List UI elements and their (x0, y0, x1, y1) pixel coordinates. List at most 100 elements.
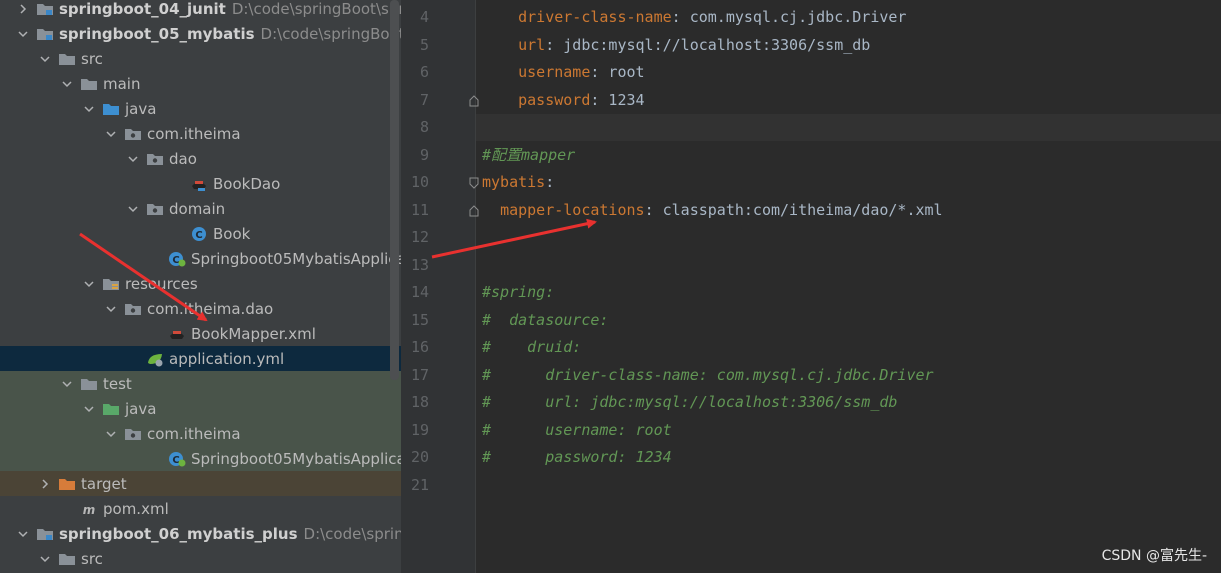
chevron-down-icon[interactable] (104, 302, 118, 316)
tree-row-label: java (125, 399, 157, 418)
svg-text:m: m (83, 503, 96, 517)
tree-row[interactable]: domain (0, 196, 401, 221)
svg-text:C: C (172, 455, 179, 466)
csdn-watermark: CSDN @富先生- (1101, 548, 1207, 564)
yaml-key: mapper-locations (500, 200, 645, 219)
tree-row-label: com.itheima (147, 124, 241, 143)
code-line[interactable]: mapper-locations: classpath:com/itheima/… (476, 197, 1221, 224)
chevron-right-icon[interactable] (38, 477, 52, 491)
line-number: 17 (410, 365, 429, 384)
tree-row[interactable]: com.itheima.dao (0, 296, 401, 321)
svg-text:C: C (195, 230, 202, 241)
chevron-down-icon[interactable] (60, 77, 74, 91)
tree-row[interactable]: BookMapper.xml (0, 321, 401, 346)
chevron-down-icon[interactable] (38, 552, 52, 566)
code-line[interactable] (476, 224, 1221, 251)
chevron-down-icon[interactable] (82, 102, 96, 116)
code-editor[interactable]: driver-class-name: com.mysql.cj.jdbc.Dri… (476, 0, 1221, 573)
project-tree: springboot_04_junit D:\code\springBoot\sp… (0, 0, 401, 573)
code-line[interactable]: # username: root (476, 417, 1221, 444)
code-line[interactable] (476, 252, 1221, 279)
code-line[interactable]: # password: 1234 (476, 444, 1221, 471)
tree-row-label: main (103, 74, 141, 93)
line-number: 16 (410, 338, 429, 356)
chevron-down-icon[interactable] (38, 52, 52, 66)
tree-row[interactable]: dao (0, 146, 401, 171)
chevron-down-icon[interactable] (82, 402, 96, 416)
yaml-value (482, 63, 518, 81)
chevron-down-icon[interactable] (126, 202, 140, 216)
chevron-down-icon[interactable] (16, 527, 30, 541)
yaml-comment: # username: root (482, 420, 672, 439)
tree-row[interactable]: BookDao (0, 171, 401, 196)
folder-icon (80, 76, 98, 92)
chevron-down-icon[interactable] (126, 152, 140, 166)
project-tree-scrollbar[interactable] (390, 0, 399, 380)
yaml-comment: # driver-class-name: com.mysql.cj.jdbc.D… (482, 365, 934, 384)
code-line[interactable]: # datasource: (476, 307, 1221, 334)
spring-boot-class-icon: C (168, 451, 186, 467)
mybatis-xml-icon (168, 326, 186, 342)
chevron-down-icon[interactable] (82, 277, 96, 291)
tree-row[interactable]: application.yml (0, 346, 401, 371)
code-line[interactable]: #spring: (476, 279, 1221, 306)
chevron-right-icon[interactable] (16, 2, 30, 16)
tree-row[interactable]: springboot_05_mybatis D:\code\springBoot\… (0, 21, 401, 46)
code-line[interactable]: # druid: (476, 334, 1221, 361)
module-path: D:\code\springBoot\springboot_06_mybatis… (303, 524, 401, 543)
code-line[interactable]: password: 1234 (476, 87, 1221, 114)
tree-row[interactable]: java (0, 396, 401, 421)
code-line[interactable]: username: root (476, 59, 1221, 86)
chevron-down-icon[interactable] (104, 127, 118, 141)
code-line[interactable] (476, 114, 1221, 141)
tree-row[interactable]: C Springboot05MybatisApplicationTests (0, 446, 401, 471)
chevron-down-icon[interactable] (104, 427, 118, 441)
tree-row-label: src (81, 49, 103, 68)
yaml-value: : classpath:com/itheima/dao/*.xml (644, 200, 943, 219)
folder-icon (58, 551, 76, 567)
tree-row-label: domain (169, 199, 226, 218)
line-number: 14 (410, 283, 429, 301)
tree-row[interactable]: com.itheima (0, 421, 401, 446)
test-source-folder-icon (102, 401, 120, 417)
tree-row[interactable]: m pom.xml (0, 496, 401, 521)
line-number: 6 (419, 63, 429, 81)
tree-row[interactable]: java (0, 96, 401, 121)
package-icon (146, 151, 164, 167)
yaml-comment: #spring: (482, 283, 555, 301)
tree-row[interactable]: springboot_04_junit D:\code\springBoot\sp… (0, 0, 401, 21)
yaml-key: username (518, 63, 591, 81)
chevron-down-icon[interactable] (16, 27, 30, 41)
tree-row[interactable]: main (0, 71, 401, 96)
tree-row[interactable]: resources (0, 271, 401, 296)
mybatis-interface-icon (190, 176, 208, 192)
tree-row-label: com.itheima.dao (147, 299, 274, 318)
yaml-value: : com.mysql.cj.jdbc.Driver (671, 8, 907, 26)
yaml-value (482, 91, 518, 109)
yaml-key: driver-class-name (518, 8, 672, 26)
tree-row[interactable]: C Book (0, 221, 401, 246)
tree-row-label: Springboot05MybatisApplicationTests (191, 449, 401, 468)
code-line[interactable]: # driver-class-name: com.mysql.cj.jdbc.D… (476, 362, 1221, 389)
tree-row[interactable]: C Springboot05MybatisApplication (0, 246, 401, 271)
code-line[interactable]: url: jdbc:mysql://localhost:3306/ssm_db (476, 32, 1221, 59)
yaml-value: : jdbc:mysql://localhost:3306/ssm_db (545, 35, 871, 54)
tree-row[interactable]: src (0, 46, 401, 71)
chevron-down-icon[interactable] (60, 377, 74, 391)
tree-row[interactable]: springboot_06_mybatis_plus D:\code\spring… (0, 521, 401, 546)
yaml-key: password (518, 90, 591, 109)
code-line[interactable] (476, 472, 1221, 499)
svg-text:C: C (172, 255, 179, 266)
tree-row-label: application.yml (169, 349, 285, 368)
tree-row[interactable]: target (0, 471, 401, 496)
resources-folder-icon (102, 276, 120, 292)
tree-row-label: springboot_06_mybatis_plus (59, 524, 298, 543)
tree-row[interactable]: com.itheima (0, 121, 401, 146)
code-line[interactable]: mybatis: (476, 169, 1221, 196)
tree-row[interactable]: test (0, 371, 401, 396)
tree-row-label: springboot_05_mybatis (59, 24, 255, 43)
code-line[interactable]: driver-class-name: com.mysql.cj.jdbc.Dri… (476, 4, 1221, 31)
code-line[interactable]: # url: jdbc:mysql://localhost:3306/ssm_d… (476, 389, 1221, 416)
tree-row[interactable]: src (0, 546, 401, 571)
code-line[interactable]: #配置mapper (476, 142, 1221, 169)
